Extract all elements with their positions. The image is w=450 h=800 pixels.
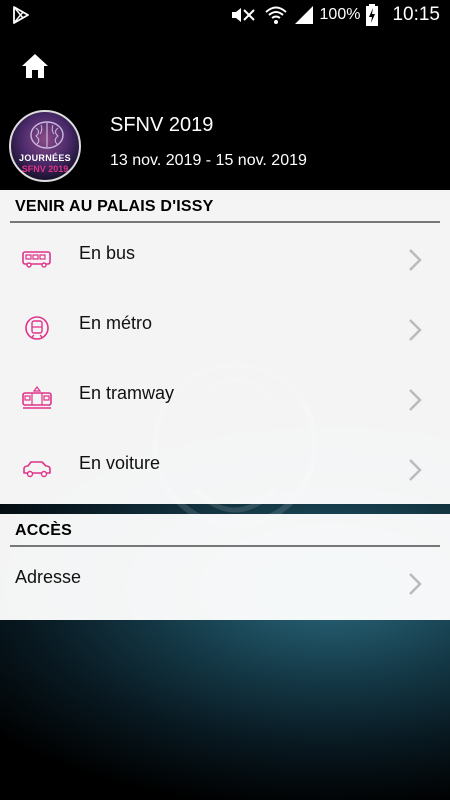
metro-icon	[25, 316, 49, 340]
list-item-label: En bus	[79, 243, 136, 263]
list-item-tramway[interactable]: En tramway	[0, 363, 450, 433]
list-item-label: En voiture	[79, 453, 161, 473]
access-section: ACCÈS Adresse	[0, 514, 450, 620]
app-header: JOURNÉES SFNV 2019 SFNV 2019 13 nov. 201…	[0, 30, 450, 190]
chevron-right-icon	[409, 389, 422, 411]
section-title: ACCÈS	[15, 522, 73, 539]
transport-section: VENIR AU PALAIS D'ISSY En bus En métro E…	[0, 190, 450, 504]
wifi-icon	[264, 6, 287, 24]
list-item-label: En tramway	[79, 383, 175, 403]
car-icon	[23, 461, 51, 478]
home-icon[interactable]	[20, 52, 50, 80]
event-dates: 13 nov. 2019 - 15 nov. 2019	[110, 152, 307, 169]
section-header: ACCÈS	[10, 514, 440, 547]
brain-icon	[30, 121, 64, 149]
list-item-label: Adresse	[15, 567, 82, 587]
play-store-icon	[13, 6, 29, 24]
event-title: SFNV 2019	[110, 114, 214, 136]
signal-icon	[294, 6, 313, 24]
event-logo: JOURNÉES SFNV 2019	[9, 110, 81, 182]
chevron-right-icon	[409, 459, 422, 481]
list-item-metro[interactable]: En métro	[0, 293, 450, 363]
list-item-car[interactable]: En voiture	[0, 433, 450, 503]
tram-icon	[22, 386, 52, 409]
mute-icon	[231, 8, 255, 22]
battery-charging-icon	[366, 4, 379, 26]
list-item-address[interactable]: Adresse	[0, 547, 450, 617]
chevron-right-icon	[409, 319, 422, 341]
battery-percent: 100%	[319, 6, 361, 23]
clock: 10:15	[392, 4, 440, 25]
bus-icon	[22, 251, 51, 268]
section-header: VENIR AU PALAIS D'ISSY	[10, 190, 440, 223]
list-item-bus[interactable]: En bus	[0, 223, 450, 293]
logo-text-top: JOURNÉES	[19, 153, 71, 163]
section-title: VENIR AU PALAIS D'ISSY	[15, 198, 214, 215]
chevron-right-icon	[409, 573, 422, 595]
logo-text-bottom: SFNV 2019	[21, 164, 69, 174]
status-bar: 100% 10:15	[0, 0, 450, 30]
list-item-label: En métro	[79, 313, 153, 333]
chevron-right-icon	[409, 249, 422, 271]
